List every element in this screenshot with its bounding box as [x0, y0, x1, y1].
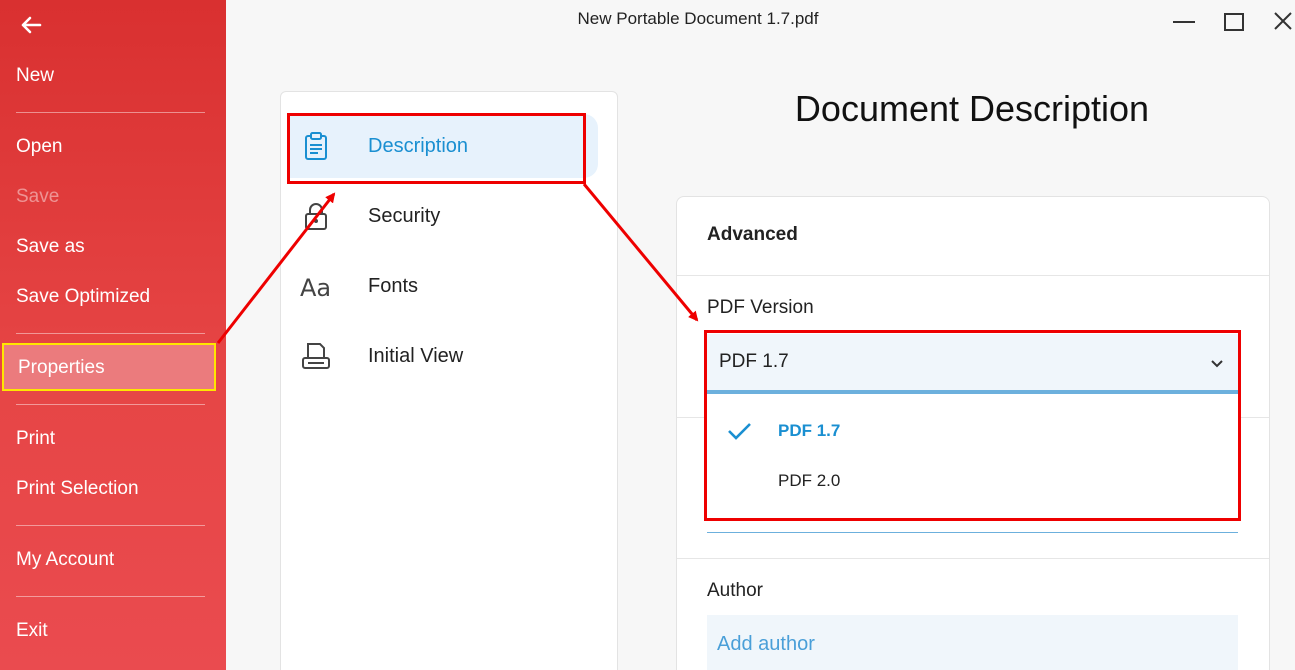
view-icon: [302, 343, 330, 369]
window-title: New Portable Document 1.7.pdf: [577, 9, 819, 28]
lock-icon: [305, 203, 327, 230]
menu-divider: [16, 525, 205, 526]
file-sidebar: New Open Save Save as Save Optimized Pro…: [0, 0, 226, 670]
section-divider: [677, 558, 1269, 559]
menu-divider: [16, 333, 205, 334]
nav-fonts[interactable]: Aa Fonts: [288, 254, 598, 318]
author-placeholder: Add author: [717, 633, 815, 655]
annotation-box-description: [287, 113, 586, 184]
menu-save-as[interactable]: Save as: [0, 227, 226, 267]
menu-print[interactable]: Print: [0, 419, 226, 459]
menu-save-optimized[interactable]: Save Optimized: [0, 277, 226, 317]
author-label: Author: [707, 580, 763, 601]
nav-fonts-label: Fonts: [368, 275, 419, 297]
svg-text:Aa: Aa: [300, 274, 331, 302]
menu-divider: [16, 404, 205, 405]
section-title: Advanced: [707, 224, 798, 245]
page-title: Document Description: [794, 88, 1150, 129]
pdf-version-label: PDF Version: [707, 297, 814, 318]
field-underline: [707, 532, 1238, 533]
menu-new[interactable]: New: [0, 56, 226, 96]
app-window: New Open Save Save as Save Optimized Pro…: [0, 0, 1295, 670]
menu-divider: [16, 596, 205, 597]
nav-initial-view[interactable]: Initial View: [288, 324, 598, 388]
maximize-icon[interactable]: [1219, 8, 1249, 36]
nav-initial-view-label: Initial View: [368, 345, 464, 367]
nav-security-label: Security: [368, 205, 441, 227]
menu-my-account[interactable]: My Account: [0, 540, 226, 580]
section-divider: [677, 275, 1269, 276]
back-arrow-icon[interactable]: [16, 10, 46, 40]
menu-open[interactable]: Open: [0, 127, 226, 167]
menu-print-selection[interactable]: Print Selection: [0, 469, 226, 509]
menu-divider: [16, 112, 205, 113]
close-icon[interactable]: [1268, 8, 1295, 36]
annotation-box-version: [704, 330, 1241, 521]
menu-save: Save: [16, 186, 60, 207]
nav-security[interactable]: Security: [288, 184, 598, 248]
minimize-icon[interactable]: [1169, 8, 1199, 36]
menu-exit[interactable]: Exit: [0, 611, 226, 651]
author-field[interactable]: Add author: [707, 615, 1238, 670]
font-icon: Aa: [300, 274, 331, 302]
menu-properties[interactable]: Properties: [2, 343, 216, 391]
